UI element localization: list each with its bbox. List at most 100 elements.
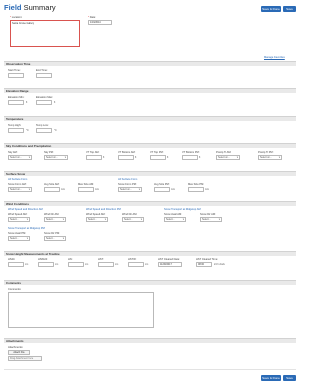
max-size-pm-unit: mm <box>205 188 209 191</box>
precip-am-select[interactable]: Select on... <box>216 155 240 160</box>
avg-size-pm-label: Avg Size PM: <box>154 183 170 186</box>
max-size-am-input[interactable] <box>78 187 94 192</box>
section-snow-height-label: Snow Height Measurements at Treeline <box>6 252 60 257</box>
elevation-max-label: Elevation Max: <box>36 96 54 99</box>
max-size-pm-label: Max Size PM: <box>188 183 204 186</box>
hst-input[interactable] <box>98 262 114 267</box>
max-size-pm-input[interactable] <box>188 187 204 192</box>
hn-unit: cm <box>85 263 89 266</box>
hst-cleared-time-input[interactable]: 08:00 <box>196 262 212 267</box>
save-button-top[interactable]: Save <box>283 6 296 12</box>
surface-snow-am-group: All Surface Form <box>8 178 28 181</box>
snow-dir-pm-label: Snow Dir PM: <box>44 232 60 235</box>
wind-dir-am-select[interactable]: Select... <box>44 217 66 222</box>
snow-avail-pm-label: Snow Avail PM: <box>8 232 26 235</box>
location-label: * Location: <box>10 16 23 19</box>
section-observation-time-label: Observation Time <box>6 62 31 67</box>
vt-bottom-pm-unit: ft <box>199 156 201 159</box>
section-temperature-label: Temperature <box>6 117 24 122</box>
page-title-accent: Field <box>4 3 22 12</box>
wind-dir-pm-select[interactable]: Select... <box>122 217 144 222</box>
page-title-rest: Summary <box>21 3 56 12</box>
elevation-max-input[interactable] <box>36 100 52 105</box>
hs24-label: HS24: <box>8 258 16 261</box>
hn-input[interactable] <box>68 262 84 267</box>
comments-textarea[interactable] <box>8 292 154 328</box>
elevation-max-unit: ft <box>54 101 56 104</box>
snow-form-pm-select[interactable]: Select on... <box>118 187 142 192</box>
wind-dir-am-label: Wind Dir AM: <box>44 213 60 216</box>
hn-label: HN: <box>68 258 73 261</box>
snow-form-am-select[interactable]: Select on... <box>8 187 32 192</box>
snow-dir-pm-select[interactable]: Select... <box>44 236 66 241</box>
attach-file-button[interactable]: Attach File <box>8 350 30 355</box>
wind-speed-am-label: Wind Speed AM: <box>8 213 28 216</box>
temp-high-label: Temp High: <box>8 124 22 127</box>
section-surface-snow[interactable]: Surface Snow <box>4 171 296 176</box>
avg-size-am-input[interactable] <box>44 187 60 192</box>
wind-am-group: Wind Speed and Direction AM <box>8 208 43 211</box>
sky-am-label: Sky AM: <box>8 151 18 154</box>
location-field[interactable]: Santa Cruise Gallery <box>10 20 80 47</box>
snow-dir-am-select[interactable]: Select... <box>200 217 222 222</box>
save-button-bottom[interactable]: Save <box>283 375 296 381</box>
sky-pm-label: Sky PM: <box>44 151 54 154</box>
section-wind-conditions[interactable]: Wind Conditions <box>4 201 296 206</box>
snow-form-am-label: Snow Form AM: <box>8 183 27 186</box>
precip-pm-select[interactable]: Select on... <box>258 155 282 160</box>
section-elevation-range[interactable]: Elevation Range <box>4 88 296 93</box>
section-surface-snow-label: Surface Snow <box>6 172 26 177</box>
hs24-input[interactable] <box>8 262 24 267</box>
wind-speed-pm-label: Wind Speed AM: <box>86 213 106 216</box>
temp-low-input[interactable] <box>36 128 52 133</box>
wind-pm-group: Wind Speed and Direction PM <box>86 208 121 211</box>
max-size-am-label: Max Size AM: <box>78 183 94 186</box>
page-title: Field Summary <box>4 3 56 12</box>
elevation-min-label: Elevation Min: <box>8 96 25 99</box>
sky-am-select[interactable]: Select on... <box>8 155 32 160</box>
section-snow-height[interactable]: Snow Height Measurements at Treeline <box>4 251 296 256</box>
section-comments[interactable]: Comments <box>4 280 296 285</box>
sky-pm-select[interactable]: Select on... <box>44 155 68 160</box>
temp-high-unit: °C <box>26 129 29 132</box>
vt-bottom-pm-label: VT Bottom PM: <box>182 151 200 154</box>
hst-cleared-date-input[interactable]: 11/06/2017 <box>158 262 182 267</box>
section-attachments-label: Attachments <box>6 339 24 344</box>
snow-avail-am-select[interactable]: Select... <box>164 217 186 222</box>
save-done-button-top[interactable]: Save & Done <box>261 6 281 12</box>
avg-size-am-label: Avg Size AM: <box>44 183 60 186</box>
vt-top-pm-input[interactable] <box>150 155 166 160</box>
elevation-min-input[interactable] <box>8 100 24 105</box>
section-elevation-range-label: Elevation Range <box>6 89 29 94</box>
hstw-input[interactable] <box>128 262 144 267</box>
snow-dir-am-label: Snow Dir AM: <box>200 213 216 216</box>
vt-bottom-am-input[interactable] <box>118 155 134 160</box>
precip-am-label: Precip Ti AM: <box>216 151 232 154</box>
section-observation-time[interactable]: Observation Time <box>4 61 296 66</box>
avg-size-pm-unit: mm <box>171 188 175 191</box>
manage-favorites-link[interactable]: Manage Favorites <box>264 56 285 59</box>
footer-divider <box>4 369 296 370</box>
avg-size-pm-input[interactable] <box>154 187 170 192</box>
section-temperature[interactable]: Temperature <box>4 116 296 121</box>
temp-high-input[interactable] <box>8 128 24 133</box>
end-time-input[interactable] <box>36 73 52 78</box>
section-sky-conditions[interactable]: Sky Conditions and Precipitation <box>4 143 296 148</box>
attachment-drop-zone[interactable]: Drag Attachment here <box>8 356 42 361</box>
vt-top-am-input[interactable] <box>86 155 102 160</box>
hsin24-input[interactable] <box>38 262 54 267</box>
vt-top-pm-label: VT Top PM: <box>150 151 164 154</box>
start-time-input[interactable] <box>8 73 24 78</box>
snow-avail-am-label: Snow Avail AM: <box>164 213 182 216</box>
date-field[interactable]: 1/16/2014 <box>88 20 112 25</box>
wind-speed-pm-select[interactable]: Select... <box>86 217 108 222</box>
save-done-button-bottom[interactable]: Save & Done <box>261 375 281 381</box>
section-attachments[interactable]: Attachments <box>4 338 296 343</box>
hst-cleared-time-label: HST Cleared Time: <box>196 258 219 261</box>
vt-bottom-pm-input[interactable] <box>182 155 198 160</box>
wind-speed-am-select[interactable]: Select... <box>8 217 30 222</box>
snow-avail-pm-select[interactable]: Select... <box>8 236 30 241</box>
hs24-unit: cm <box>25 263 29 266</box>
temp-low-label: Temp Low: <box>36 124 49 127</box>
hstw-label: HSTW: <box>128 258 137 261</box>
